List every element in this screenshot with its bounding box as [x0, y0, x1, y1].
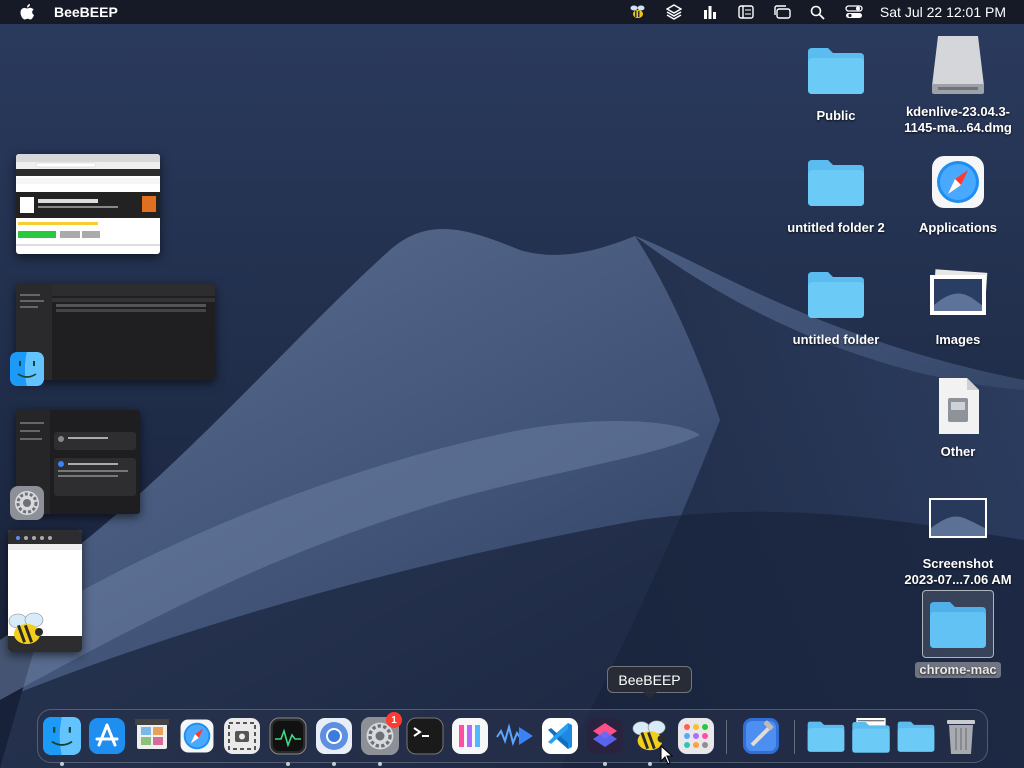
desktop-item-untitled-folder-2[interactable]: untitled folder 2: [776, 150, 896, 236]
dock-screenshot[interactable]: [222, 716, 262, 756]
desktop-item-label: chrome-mac: [915, 662, 1001, 678]
status-area: Sat Jul 22 12:01 PM: [620, 0, 1024, 24]
desktop-item-chrome-mac[interactable]: chrome-mac: [898, 590, 1018, 678]
desktop-item-label: Applications: [918, 220, 997, 235]
beebeep-icon[interactable]: [620, 0, 656, 24]
dock-safari[interactable]: [177, 716, 217, 756]
dock: 1: [37, 709, 988, 766]
desktop-item-images[interactable]: Images: [898, 262, 1018, 348]
document-icon: [926, 374, 990, 438]
safari-icon: [926, 150, 990, 214]
dock-columns-app[interactable]: [450, 716, 490, 756]
dock-separator: [726, 720, 727, 754]
finder-icon: [10, 352, 46, 388]
desktop-item-label: untitled folder 2: [787, 220, 885, 235]
dock-launchpad[interactable]: [676, 716, 716, 756]
dock-system-settings[interactable]: 1: [360, 712, 402, 766]
dock-chromium[interactable]: [314, 716, 354, 766]
desktop-item-label: Public: [816, 108, 856, 123]
desktop-item-label: kdenlive-23.04.3- 1145-ma...64.dmg: [904, 104, 1012, 135]
desktop-item-label: Screenshot 2023-07...7.06 AM: [904, 556, 1012, 587]
dock-separator: [794, 720, 795, 754]
beebeep-icon: [6, 612, 48, 646]
app-menu-name[interactable]: BeeBEEP: [54, 4, 118, 20]
dock-xcode[interactable]: [741, 716, 781, 756]
folder-icon: [804, 150, 868, 214]
image-preview-icon: [926, 262, 990, 326]
desktop-item-screenshot[interactable]: Screenshot 2023-07...7.06 AM: [898, 486, 1018, 588]
running-indicator: [648, 762, 652, 766]
dock-downloads-stack[interactable]: [851, 716, 891, 756]
desktop-item-label: untitled folder: [792, 332, 880, 347]
sidebar-list-icon[interactable]: [728, 0, 764, 24]
dock-terminal[interactable]: [405, 716, 445, 756]
clock[interactable]: Sat Jul 22 12:01 PM: [880, 4, 1006, 20]
folder-icon: [922, 590, 994, 658]
control-center-icon[interactable]: [836, 0, 872, 24]
running-indicator: [332, 762, 336, 766]
desktop-item-public[interactable]: Public: [776, 38, 896, 124]
dock-documents-stack[interactable]: [896, 716, 936, 756]
dock-media-tool[interactable]: [495, 716, 535, 756]
tooltip-arrow: [643, 692, 657, 699]
dock-shortcuts[interactable]: [585, 716, 625, 766]
dock-activity-monitor[interactable]: [268, 716, 308, 766]
screenshot-preview-icon: [926, 486, 990, 550]
dock-preview[interactable]: [132, 716, 172, 756]
desktop-item-other[interactable]: Other: [898, 374, 1018, 460]
desktop-item-untitled-folder[interactable]: untitled folder: [776, 262, 896, 348]
desktop-item-label: Other: [940, 444, 976, 459]
desktop-item-kdenlive-dmg[interactable]: kdenlive-23.04.3- 1145-ma...64.dmg: [898, 34, 1018, 136]
dock-tooltip: BeeBEEP: [607, 666, 692, 693]
running-indicator: [603, 762, 607, 766]
disk-image-icon: [926, 34, 990, 98]
layers-icon[interactable]: [656, 0, 692, 24]
dock-app-store[interactable]: [87, 716, 127, 756]
dock-vscode[interactable]: [540, 716, 580, 756]
system-settings-icon: [10, 486, 46, 522]
search-icon[interactable]: [800, 0, 836, 24]
equalizer-icon[interactable]: [692, 0, 728, 24]
running-indicator: [60, 762, 64, 766]
apple-menu-icon[interactable]: [0, 3, 54, 21]
dock-trash[interactable]: [941, 716, 981, 756]
dock-finder[interactable]: [42, 716, 82, 766]
dock-folder-stack[interactable]: [806, 716, 846, 756]
mouse-pointer-icon: [660, 745, 674, 765]
menu-bar: BeeBEEP Sat Jul 22 12:01 PM: [0, 0, 1024, 24]
folder-icon: [804, 38, 868, 102]
notification-badge: 1: [386, 712, 402, 728]
desktop-item-applications[interactable]: Applications: [898, 150, 1018, 236]
running-indicator: [286, 762, 290, 766]
desktop-item-label: Images: [935, 332, 981, 347]
folder-icon: [804, 262, 868, 326]
running-indicator: [378, 762, 382, 766]
window-stack-icon[interactable]: [764, 0, 800, 24]
browser-window-thumbnail: [16, 154, 160, 254]
